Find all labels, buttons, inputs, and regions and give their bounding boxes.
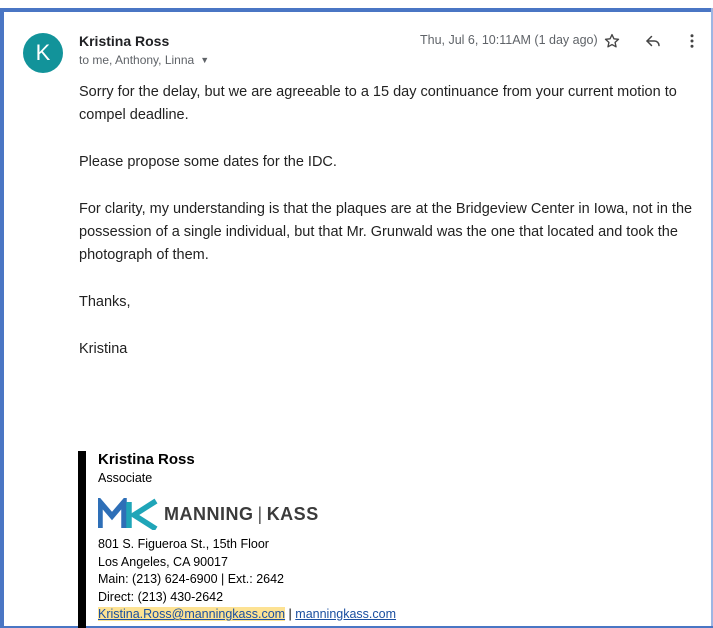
logo-text-kass: KASS [266,503,319,524]
signature-main-phone: Main: (213) 624-6900 | Ext.: 2642 [98,572,284,586]
email-timestamp: Thu, Jul 6, 10:11AM (1 day ago) [420,33,598,47]
avatar-letter: K [35,40,51,65]
more-options-button[interactable] [678,27,706,55]
star-button[interactable] [598,27,626,55]
body-paragraph: Sorry for the delay, but we are agreeabl… [79,84,677,123]
recipients-text: to me, Anthony, Linna [79,53,195,67]
signature-direct-phone: Direct: (213) 430-2642 [98,589,224,604]
mk-logo-mark [98,498,158,530]
signature-name: Kristina Ross [98,451,195,468]
reply-icon [646,35,660,47]
signature-email-link[interactable]: Kristina.Ross@manningkass.com [98,607,286,621]
chevron-down-icon[interactable]: ▼ [200,55,209,65]
email-body: Sorry for the delay, but we are agreeabl… [79,81,703,385]
more-vert-icon [690,34,694,48]
logo-text-manning: MANNING [164,503,254,524]
recipients-line[interactable]: to me, Anthony, Linna ▼ [79,53,209,67]
sender-avatar[interactable]: K [23,33,63,73]
body-paragraph: Kristina [79,341,128,357]
body-paragraph: Please propose some dates for the IDC. [79,154,337,170]
logo-wordmark: MANNING | KASS [164,504,319,525]
window-frame-top [0,8,713,12]
signature-website-link[interactable]: manningkass.com [295,607,396,621]
signature-address-line1: 801 S. Figueroa St., 15th Floor [98,537,269,551]
signature-title: Associate [98,471,153,485]
window-frame-left [0,8,4,628]
body-paragraph: Thanks, [79,294,131,310]
signature-links: Kristina.Ross@manningkass.com | manningk… [98,606,396,624]
company-logo: MANNING | KASS [98,497,396,531]
star-icon [604,33,620,48]
email-signature: Kristina Ross Associate MANNING | KASS 801… [78,451,396,628]
link-separator: | [288,607,292,621]
signature-address-line2: Los Angeles, CA 90017 [98,554,228,569]
logo-separator: | [257,503,263,524]
reply-button[interactable] [639,27,667,55]
sender-name[interactable]: Kristina Ross [79,33,169,49]
body-paragraph: For clarity, my understanding is that th… [79,201,693,263]
